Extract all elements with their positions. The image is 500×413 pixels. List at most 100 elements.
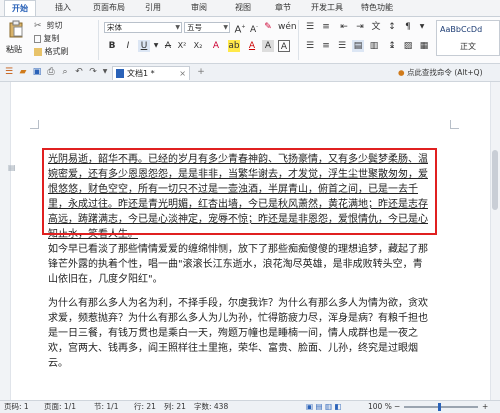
- scissors-icon: ✂: [34, 20, 42, 31]
- paragraph-3[interactable]: 为什么有那么多人为名为利，不择手段，尔虞我诈？为什么有那么多人为情为欲，贪欢求爱…: [48, 296, 432, 371]
- zoom-slider[interactable]: [404, 406, 478, 408]
- bulb-icon: ●: [398, 68, 405, 77]
- status-bar: 页码: 1 页面: 1/1 节: 1/1 行: 21 列: 21 字数: 438…: [0, 400, 500, 413]
- tab-insert[interactable]: 插入: [48, 0, 78, 16]
- zoom-in-icon[interactable]: +: [482, 401, 488, 413]
- tab-review[interactable]: 审阅: [184, 0, 214, 16]
- divider: [98, 20, 99, 60]
- close-icon[interactable]: ×: [179, 67, 186, 80]
- tab-references[interactable]: 引用: [138, 0, 168, 16]
- save-icon[interactable]: ▣: [32, 67, 42, 77]
- vertical-scrollbar[interactable]: [490, 82, 500, 400]
- shrink-font-icon[interactable]: A-: [248, 21, 260, 35]
- status-pages: 页面: 1/1: [44, 402, 76, 411]
- menu-icon[interactable]: ☰: [4, 67, 14, 77]
- doc-icon: [116, 69, 124, 78]
- view-mode-icons[interactable]: ▣ ▤ ▥ ◧: [306, 401, 342, 413]
- font-size-value: 五号: [187, 23, 202, 32]
- italic-icon[interactable]: I: [122, 40, 134, 52]
- command-search[interactable]: ● 点此查找命令 (Alt+Q): [398, 67, 483, 78]
- char-shading-icon[interactable]: A: [262, 40, 274, 52]
- cut-button[interactable]: ✂ 剪切: [34, 20, 63, 32]
- status-words: 字数: 438: [194, 402, 229, 411]
- chevron-down-icon[interactable]: ▼: [416, 21, 428, 33]
- bold-icon[interactable]: B: [106, 40, 118, 52]
- bullet-list-icon[interactable]: ☰: [304, 21, 316, 33]
- chinese-layout-icon[interactable]: 文: [370, 21, 382, 33]
- zoom-out-icon[interactable]: −: [394, 401, 400, 413]
- paste-button[interactable]: 粘贴: [6, 20, 28, 60]
- cut-label: 剪切: [46, 21, 63, 30]
- new-tab-icon[interactable]: +: [196, 67, 206, 77]
- char-border-icon[interactable]: A: [278, 40, 290, 52]
- shading-icon[interactable]: ▨: [402, 40, 414, 52]
- redo-icon[interactable]: ↷: [88, 67, 98, 77]
- open-folder-icon[interactable]: ▰: [18, 67, 28, 77]
- zoom-value: 100 %: [368, 402, 392, 411]
- distributed-icon[interactable]: ▥: [368, 40, 380, 52]
- copy-button[interactable]: 复制: [34, 33, 60, 45]
- copy-icon: [34, 34, 41, 43]
- preview-icon[interactable]: ⌕: [60, 67, 70, 77]
- margin-corner-mark: [450, 120, 459, 129]
- status-section: 节: 1/1: [94, 402, 119, 411]
- highlight-icon[interactable]: ab: [228, 40, 240, 52]
- font-color-icon[interactable]: A: [246, 40, 258, 52]
- chevron-down-icon[interactable]: ▼: [150, 40, 162, 52]
- document-tab[interactable]: 文档1 * ×: [112, 66, 190, 80]
- chevron-down-icon: ▼: [223, 24, 228, 31]
- tab-developer[interactable]: 开发工具: [304, 0, 350, 16]
- format-painter-label: 格式刷: [44, 47, 69, 56]
- menu-bar: 开始 插入 页面布局 引用 审阅 视图 章节 开发工具 特色功能: [0, 0, 500, 17]
- align-right-icon[interactable]: ☰: [336, 40, 348, 52]
- style-preview: AaBbCcDd: [440, 25, 483, 34]
- align-center-icon[interactable]: ≡: [320, 40, 332, 52]
- font-family-select[interactable]: 宋体 ▼: [104, 22, 182, 33]
- style-gallery-normal[interactable]: AaBbCcDd 正文: [436, 20, 500, 56]
- paragraph-2[interactable]: 如今早已看淡了那些情情爱爱的缠绵悱恻，放下了那些痴痴傻傻的理想追梦，藏起了那锋芒…: [48, 242, 432, 287]
- zoom-slider-thumb[interactable]: [438, 403, 441, 411]
- style-name: 正文: [460, 42, 476, 51]
- selection-highlight-box: [42, 148, 437, 235]
- strikethrough-icon[interactable]: A: [162, 40, 174, 52]
- tab-page-layout[interactable]: 页面布局: [86, 0, 132, 16]
- font-size-select[interactable]: 五号 ▼: [184, 22, 230, 33]
- chevron-down-icon: ▼: [175, 24, 180, 31]
- status-col: 列: 21: [164, 402, 186, 411]
- font-family-value: 宋体: [107, 23, 122, 32]
- tab-special[interactable]: 特色功能: [354, 0, 400, 16]
- divider: [298, 20, 299, 60]
- phonetic-icon[interactable]: wén: [278, 21, 297, 33]
- scroll-thumb[interactable]: [492, 150, 498, 210]
- status-row: 行: 21: [134, 402, 156, 411]
- format-painter-button[interactable]: 格式刷: [34, 46, 69, 58]
- copy-label: 复制: [43, 34, 60, 43]
- numbered-list-icon[interactable]: ≡: [320, 21, 332, 33]
- left-gutter: [0, 82, 11, 400]
- superscript-icon[interactable]: X²: [176, 40, 188, 52]
- status-page: 页码: 1: [4, 402, 29, 411]
- page-mark-icon: ▤: [8, 163, 16, 172]
- justify-icon[interactable]: ▤: [352, 40, 364, 52]
- print-icon[interactable]: ⎙: [46, 67, 56, 77]
- tab-chapter[interactable]: 章节: [268, 0, 298, 16]
- undo-icon[interactable]: ↶: [74, 67, 84, 77]
- subscript-icon[interactable]: X₂: [192, 40, 204, 52]
- line-spacing-icon[interactable]: ↨: [386, 40, 398, 52]
- increase-indent-icon[interactable]: ⇥: [354, 21, 366, 33]
- text-effect-icon[interactable]: A: [210, 40, 222, 52]
- brush-icon: [34, 47, 42, 56]
- paste-icon: [9, 20, 23, 38]
- show-marks-icon[interactable]: ¶: [402, 21, 414, 33]
- chevron-down-icon[interactable]: ▼: [100, 67, 110, 77]
- tab-view[interactable]: 视图: [228, 0, 258, 16]
- grow-font-icon[interactable]: A+: [234, 21, 246, 35]
- underline-icon[interactable]: U: [138, 40, 150, 52]
- border-icon[interactable]: ▦: [418, 40, 430, 52]
- align-left-icon[interactable]: ☰: [304, 40, 316, 52]
- document-tab-title: 文档1 *: [127, 69, 155, 78]
- sort-icon[interactable]: ↕: [386, 21, 398, 33]
- tab-home[interactable]: 开始: [4, 0, 36, 16]
- decrease-indent-icon[interactable]: ⇤: [338, 21, 350, 33]
- clear-format-icon[interactable]: ✎: [262, 21, 274, 33]
